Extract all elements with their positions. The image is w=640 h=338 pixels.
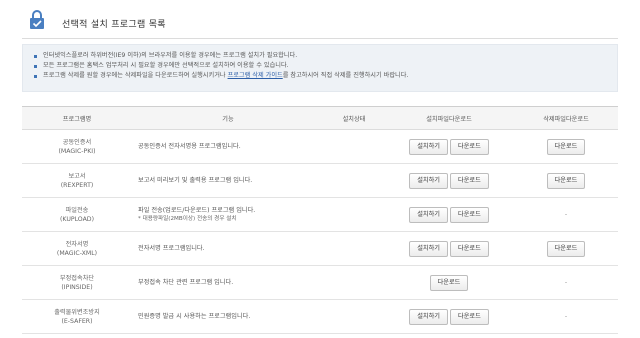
program-table: 프로그램명 기능 설치상태 설치파일다운로드 삭제파일다운로드 공동인증서 (MA… bbox=[22, 106, 618, 334]
program-name: 출력물위변조방지 bbox=[54, 308, 100, 316]
install-button[interactable]: 설치하기 bbox=[409, 240, 448, 257]
notice-item: 프로그램 삭제를 원할 경우에는 삭제파일을 다운로드하여 실행시키거나 프로그… bbox=[33, 71, 607, 81]
notice-box: 인터넷익스플로러 하위버전(IE9 이하)의 브라우저를 이용할 경우에는 프로… bbox=[22, 44, 618, 92]
column-header: 설치상태 bbox=[324, 106, 384, 130]
not-available-dash: - bbox=[564, 279, 568, 286]
install-download-cell: 설치하기 다운로드 bbox=[384, 129, 514, 164]
download-button[interactable]: 다운로드 bbox=[429, 274, 469, 291]
column-header: 기능 bbox=[132, 106, 324, 130]
install-status bbox=[324, 129, 384, 164]
program-name-cell: 전자서명 (MAGIC-XML) bbox=[22, 231, 132, 266]
install-download-cell: 설치하기 다운로드 bbox=[384, 231, 514, 266]
uninstall-download-cell: 다운로드 bbox=[514, 231, 618, 266]
download-button[interactable]: 다운로드 bbox=[450, 240, 489, 257]
program-desc-cell: 파일 전송(업로드/다운로드) 프로그램 입니다. * 대용량파일(2MB이상) … bbox=[132, 197, 324, 232]
uninstall-download-button[interactable]: 다운로드 bbox=[546, 138, 586, 155]
program-desc: 공동인증서 전자서명용 프로그램입니다. bbox=[132, 129, 324, 164]
program-name: 파일전송 bbox=[65, 206, 89, 214]
program-code: (MAGIC-XML) bbox=[56, 249, 98, 257]
install-button[interactable]: 설치하기 bbox=[409, 308, 448, 325]
uninstall-download-button[interactable]: 다운로드 bbox=[546, 172, 586, 189]
program-name-cell: 부정접속차단 (IPINSIDE) bbox=[22, 265, 132, 300]
program-desc: 보고서 미리보기 및 출력용 프로그램 입니다. bbox=[132, 163, 324, 198]
install-status bbox=[324, 231, 384, 266]
program-desc: 부정접속 차단 관련 프로그램 입니다. bbox=[132, 265, 324, 300]
uninstall-guide-link[interactable]: 프로그램 삭제 가이드 bbox=[228, 72, 283, 79]
uninstall-download-button[interactable]: 다운로드 bbox=[546, 240, 586, 257]
table-header-row: 프로그램명 기능 설치상태 설치파일다운로드 삭제파일다운로드 bbox=[22, 106, 618, 130]
download-button[interactable]: 다운로드 bbox=[450, 138, 489, 155]
install-status bbox=[324, 299, 384, 334]
column-header: 삭제파일다운로드 bbox=[514, 106, 618, 130]
notice-item: 인터넷익스플로러 하위버전(IE9 이하)의 브라우저를 이용할 경우에는 프로… bbox=[33, 51, 607, 61]
program-name: 보고서 bbox=[68, 172, 86, 180]
uninstall-download-cell: - bbox=[514, 299, 618, 334]
table-row: 보고서 (REXPERT) 보고서 미리보기 및 출력용 프로그램 입니다. 설치… bbox=[22, 163, 618, 198]
column-header: 설치파일다운로드 bbox=[384, 106, 514, 130]
program-name-cell: 출력물위변조방지 (E-SAFER) bbox=[22, 299, 132, 334]
install-download-cell: 설치하기 다운로드 bbox=[384, 299, 514, 334]
notice-text: 프로그램 삭제를 원할 경우에는 삭제파일을 다운로드하여 실행시키거나 bbox=[43, 72, 228, 79]
install-download-cell: 설치하기 다운로드 bbox=[384, 197, 514, 232]
uninstall-download-cell: - bbox=[514, 197, 618, 232]
download-button[interactable]: 다운로드 bbox=[450, 308, 489, 325]
uninstall-download-cell: 다운로드 bbox=[514, 129, 618, 164]
install-button[interactable]: 설치하기 bbox=[409, 138, 448, 155]
notice-text: 를 참고하시어 직접 삭제를 진행하시기 바랍니다. bbox=[282, 72, 409, 79]
program-desc: 민원증명 발급 시 사용하는 프로그램입니다. bbox=[132, 299, 324, 334]
table-row: 공동인증서 (MAGIC-PKI) 공동인증서 전자서명용 프로그램입니다. 설치… bbox=[22, 129, 618, 164]
program-name-cell: 보고서 (REXPERT) bbox=[22, 163, 132, 198]
install-download-cell: 설치하기 다운로드 bbox=[384, 163, 514, 198]
program-code: (E-SAFER) bbox=[61, 317, 93, 325]
column-header: 프로그램명 bbox=[22, 106, 132, 130]
install-download-cell: 다운로드 bbox=[384, 265, 514, 300]
program-desc: 파일 전송(업로드/다운로드) 프로그램 입니다. bbox=[138, 206, 256, 214]
program-code: (IPINSIDE) bbox=[61, 283, 93, 291]
page-title: 선택적 설치 프로그램 목록 bbox=[62, 20, 166, 30]
download-button[interactable]: 다운로드 bbox=[450, 172, 489, 189]
program-code: (REXPERT) bbox=[60, 181, 94, 189]
program-code: (KUPLOAD) bbox=[60, 215, 94, 223]
install-status bbox=[324, 197, 384, 232]
program-name-cell: 공동인증서 (MAGIC-PKI) bbox=[22, 129, 132, 164]
table-row: 파일전송 (KUPLOAD) 파일 전송(업로드/다운로드) 프로그램 입니다. *… bbox=[22, 197, 618, 232]
notice-item: 모든 프로그램은 홈택스 업무처리 시 필요할 경우에만 선택적으로 설치하여 … bbox=[33, 61, 607, 71]
program-name-cell: 파일전송 (KUPLOAD) bbox=[22, 197, 132, 232]
program-name: 부정접속차단 bbox=[59, 274, 95, 282]
program-name: 전자서명 bbox=[65, 240, 89, 248]
install-button[interactable]: 설치하기 bbox=[409, 172, 448, 189]
program-desc: 전자서명 프로그램입니다. bbox=[132, 231, 324, 266]
table-row: 출력물위변조방지 (E-SAFER) 민원증명 발급 시 사용하는 프로그램입니다… bbox=[22, 299, 618, 334]
not-available-dash: - bbox=[564, 313, 568, 320]
uninstall-download-cell: - bbox=[514, 265, 618, 300]
uninstall-download-cell: 다운로드 bbox=[514, 163, 618, 198]
install-status bbox=[324, 163, 384, 198]
shield-check-icon bbox=[30, 10, 44, 29]
table-row: 전자서명 (MAGIC-XML) 전자서명 프로그램입니다. 설치하기 다운로드 다… bbox=[22, 231, 618, 266]
program-code: (MAGIC-PKI) bbox=[58, 147, 96, 155]
not-available-dash: - bbox=[564, 211, 568, 218]
install-button[interactable]: 설치하기 bbox=[409, 206, 448, 223]
table-row: 부정접속차단 (IPINSIDE) 부정접속 차단 관련 프로그램 입니다. 다운… bbox=[22, 265, 618, 300]
page-header: 선택적 설치 프로그램 목록 bbox=[22, 8, 618, 39]
program-desc-note: * 대용량파일(2MB이상) 전송의 경우 설치 bbox=[138, 215, 237, 222]
install-status bbox=[324, 265, 384, 300]
download-button[interactable]: 다운로드 bbox=[450, 206, 489, 223]
program-name: 공동인증서 bbox=[62, 138, 92, 146]
